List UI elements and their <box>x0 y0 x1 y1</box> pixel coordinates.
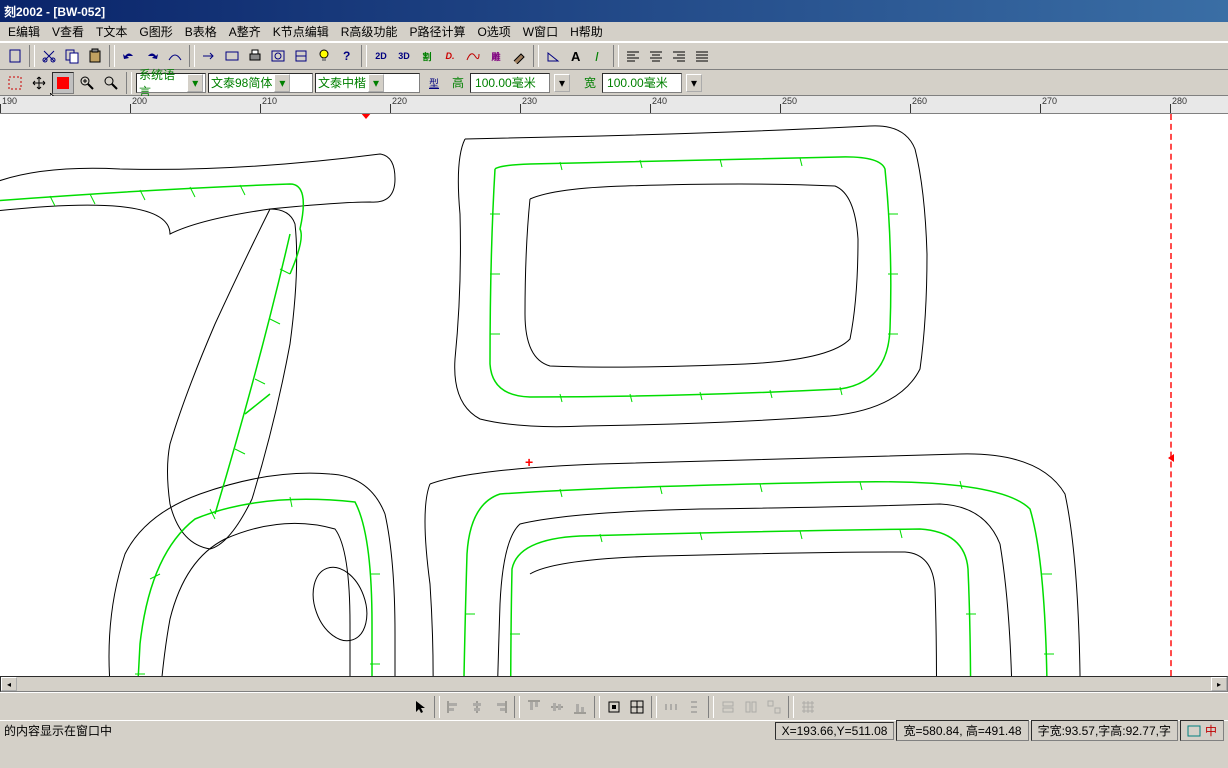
align-justify-icon[interactable] <box>691 45 713 67</box>
width-input[interactable]: 100.00毫米 <box>602 73 682 93</box>
italic-icon[interactable]: I <box>588 45 610 67</box>
arrow-icon[interactable] <box>198 45 220 67</box>
chevron-down-icon[interactable]: ▾ <box>686 74 702 92</box>
titlebar: 刻2002 - [BW-052] <box>0 0 1228 22</box>
fill-red-icon[interactable] <box>52 72 74 94</box>
move-icon[interactable] <box>28 72 50 94</box>
ruler-marker-icon <box>360 114 372 120</box>
center-page-icon[interactable] <box>626 696 648 718</box>
menu-graphic[interactable]: G图形 <box>133 21 178 42</box>
align-vcenter-icon[interactable] <box>546 696 568 718</box>
scroll-right-icon[interactable]: ▸ <box>1211 677 1227 691</box>
bulb-icon[interactable] <box>313 45 335 67</box>
status-fontsize: 字宽:93.57,字高:92.77,字 <box>1031 720 1178 741</box>
2d-button[interactable]: 2D <box>370 45 392 67</box>
width-label: 宽 <box>580 74 600 91</box>
preview-icon[interactable] <box>267 45 289 67</box>
grid-icon[interactable] <box>797 696 819 718</box>
status-coords: X=193.66,Y=511.08 <box>775 722 895 740</box>
path-icon[interactable] <box>462 45 484 67</box>
svg-text:I: I <box>595 49 599 64</box>
same-width-icon[interactable] <box>717 696 739 718</box>
align-right-icon[interactable] <box>668 45 690 67</box>
3d-button[interactable]: 3D <box>393 45 415 67</box>
horizontal-ruler: 190 200 210 220 230 240 250 260 270 280 <box>0 96 1228 114</box>
app-title: 刻2002 - [BW-052] <box>4 3 105 20</box>
menu-window[interactable]: W窗口 <box>517 21 564 42</box>
font2-dropdown[interactable]: 文泰中楷 ▾ <box>315 73 420 93</box>
align-bottom-icon[interactable] <box>569 696 591 718</box>
tool-icon[interactable] <box>508 45 530 67</box>
center-both-icon[interactable] <box>603 696 625 718</box>
menu-align[interactable]: A整齐 <box>223 21 267 42</box>
font-toolbar: 系统语言 ▾ 文泰98简体 ▾ 文泰中楷 ▾ 型 高 100.00毫米 ▾ 宽 … <box>0 70 1228 96</box>
select-icon[interactable] <box>4 72 26 94</box>
paste-icon[interactable] <box>84 45 106 67</box>
angle-icon[interactable] <box>542 45 564 67</box>
cut-icon[interactable] <box>38 45 60 67</box>
cursor-marker: + <box>525 454 533 470</box>
height-input[interactable]: 100.00毫米 <box>470 73 550 93</box>
menu-path[interactable]: P路径计算 <box>403 21 471 42</box>
chevron-down-icon[interactable]: ▾ <box>554 74 570 92</box>
status-icons: 中 <box>1180 720 1224 741</box>
cut-cn-button[interactable]: 割 <box>416 45 438 67</box>
zoom-fit-icon[interactable] <box>100 72 122 94</box>
copy-icon[interactable] <box>61 45 83 67</box>
svg-text:A: A <box>571 49 581 64</box>
dist-h-icon[interactable] <box>660 696 682 718</box>
menu-table[interactable]: B表格 <box>179 21 223 42</box>
menu-option[interactable]: O选项 <box>471 21 516 42</box>
new-icon[interactable] <box>4 45 26 67</box>
align-hcenter-icon[interactable] <box>466 696 488 718</box>
pointer-icon[interactable] <box>409 696 431 718</box>
curve-icon[interactable] <box>164 45 186 67</box>
scroll-left-icon[interactable]: ◂ <box>1 677 17 691</box>
height-label: 高 <box>448 74 468 91</box>
canvas[interactable]: + <box>0 114 1228 676</box>
status-size: 宽=580.84, 高=491.48 <box>896 720 1028 741</box>
redo-icon[interactable] <box>141 45 163 67</box>
menu-help[interactable]: H帮助 <box>564 21 609 42</box>
zoom-in-icon[interactable] <box>76 72 98 94</box>
type-button[interactable]: 型 <box>422 72 446 94</box>
rect-icon[interactable] <box>221 45 243 67</box>
guide-marker <box>1168 454 1176 462</box>
print-icon[interactable] <box>244 45 266 67</box>
menu-advanced[interactable]: R高级功能 <box>335 21 404 42</box>
chevron-down-icon: ▾ <box>274 74 290 92</box>
font1-dropdown[interactable]: 文泰98简体 ▾ <box>208 73 313 93</box>
align-left-obj-icon[interactable] <box>443 696 465 718</box>
same-height-icon[interactable] <box>740 696 762 718</box>
language-dropdown[interactable]: 系统语言 ▾ <box>136 73 206 93</box>
bottom-toolbar <box>0 692 1228 720</box>
align-left-icon[interactable] <box>622 45 644 67</box>
dist-v-icon[interactable] <box>683 696 705 718</box>
layer-icon[interactable] <box>290 45 312 67</box>
menubar: E编辑 V查看 T文本 G图形 B表格 A整齐 K节点编辑 R高级功能 P路径计… <box>0 22 1228 42</box>
chevron-down-icon: ▾ <box>187 74 203 92</box>
menu-text[interactable]: T文本 <box>90 21 133 42</box>
menu-view[interactable]: V查看 <box>46 21 90 42</box>
horizontal-scrollbar[interactable]: ◂ ▸ <box>0 676 1228 692</box>
chevron-down-icon: ▾ <box>368 74 384 92</box>
status-message: 的内容显示在窗口中 <box>4 722 773 739</box>
text-a-icon[interactable]: A <box>565 45 587 67</box>
d-button[interactable]: D. <box>439 45 461 67</box>
guide-line <box>1170 114 1172 676</box>
same-size-icon[interactable] <box>763 696 785 718</box>
undo-icon[interactable] <box>118 45 140 67</box>
menu-edit[interactable]: E编辑 <box>2 21 46 42</box>
carve-button[interactable]: 雕 <box>485 45 507 67</box>
help-icon[interactable]: ? <box>336 45 358 67</box>
align-top-icon[interactable] <box>523 696 545 718</box>
statusbar: 的内容显示在窗口中 X=193.66,Y=511.08 宽=580.84, 高=… <box>0 720 1228 740</box>
menu-node[interactable]: K节点编辑 <box>267 21 335 42</box>
svg-text:?: ? <box>343 49 350 63</box>
align-right-obj-icon[interactable] <box>489 696 511 718</box>
drawing-content <box>0 114 1228 676</box>
align-center-icon[interactable] <box>645 45 667 67</box>
